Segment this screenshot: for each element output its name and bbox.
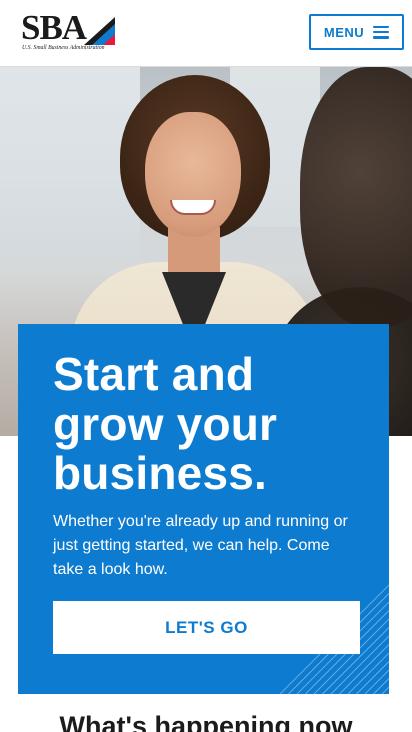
menu-button[interactable]: MENU xyxy=(309,14,404,50)
logo-subtitle: U.S. Small Business Administration xyxy=(22,45,105,51)
logo-triangle-icon xyxy=(84,17,115,45)
hamburger-icon xyxy=(373,25,390,39)
logo-wordmark: SBA xyxy=(21,8,87,47)
section-title: What's happening now xyxy=(59,711,353,732)
site-header: SBA U.S. Small Business Administration M… xyxy=(0,0,412,67)
sba-logo[interactable]: SBA U.S. Small Business Administration xyxy=(21,8,115,55)
hero-promo-card: Start and grow your business. Whether yo… xyxy=(18,324,389,694)
hero-description: Whether you're already up and running or… xyxy=(53,513,348,578)
lets-go-button[interactable]: LET'S GO xyxy=(53,601,360,654)
menu-button-label: MENU xyxy=(323,24,365,40)
hero-title: Start and grow your business. xyxy=(53,348,278,499)
